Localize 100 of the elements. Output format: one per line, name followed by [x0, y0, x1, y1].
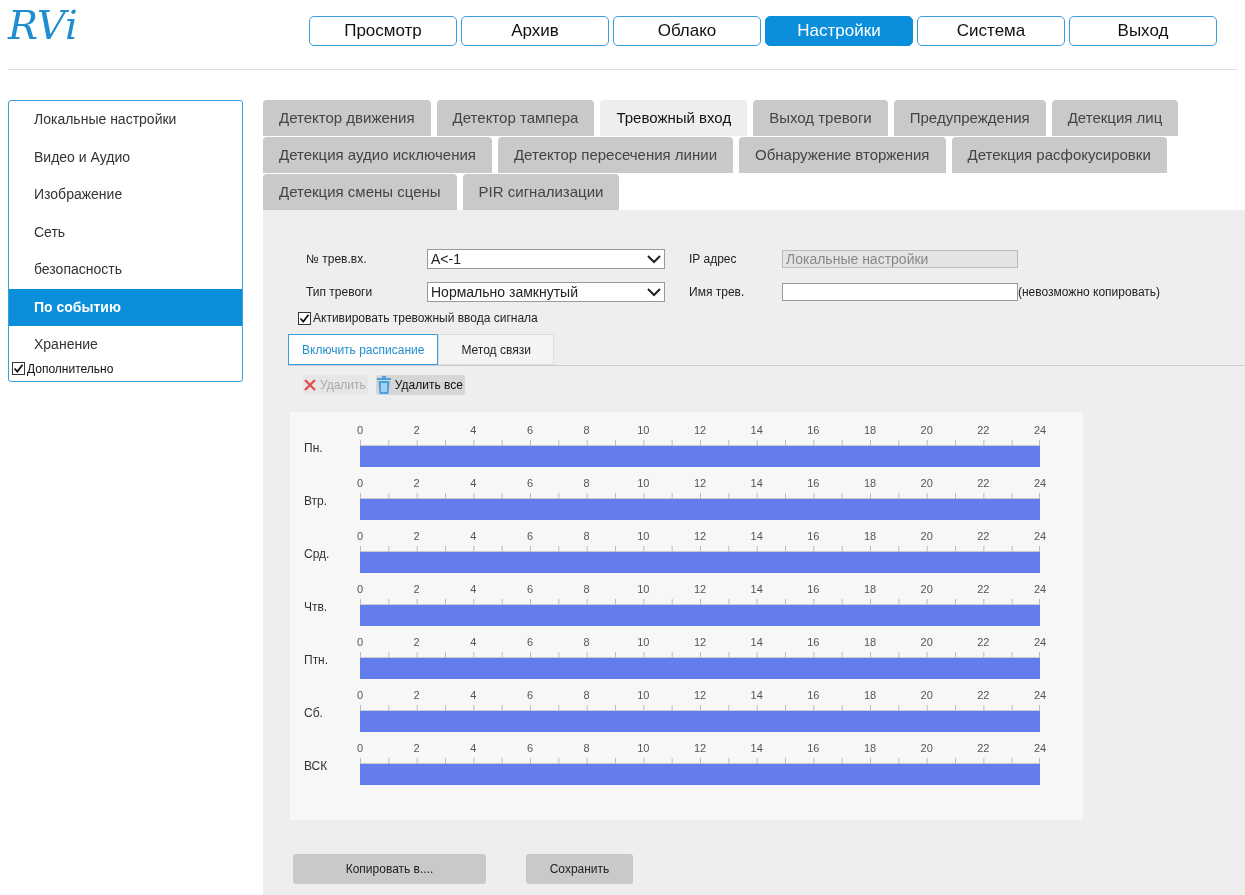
- delete-all-button[interactable]: Удалить все: [375, 375, 465, 395]
- hour-label: 24: [1033, 689, 1047, 701]
- hour-label: 16: [807, 477, 820, 489]
- hour-label: 0: [356, 742, 364, 754]
- field-label: № трев.вх.: [306, 251, 368, 268]
- hour-label: 22: [977, 424, 990, 436]
- schedule-bar[interactable]: [360, 764, 1040, 785]
- alarm-type-select[interactable]: Нормально замкнутый: [427, 282, 665, 302]
- sidebar-item[interactable]: безопасность: [9, 251, 242, 289]
- sidebar-item[interactable]: По событию: [9, 288, 242, 326]
- hour-label: 14: [750, 424, 763, 436]
- hour-label: 6: [526, 583, 534, 595]
- hour-label: 16: [807, 689, 820, 701]
- day-label: Птн.: [303, 652, 330, 669]
- subtab[interactable]: Включить расписание: [288, 334, 439, 365]
- day-label: ВСК: [303, 758, 329, 775]
- hour-label: 4: [470, 742, 477, 754]
- checkbox-label: Активировать тревожный ввода сигнала: [313, 310, 538, 327]
- hour-label: 4: [470, 636, 477, 648]
- hour-label: 10: [637, 424, 650, 436]
- hour-label: 22: [977, 742, 990, 754]
- hour-label: 10: [637, 477, 650, 489]
- hour-label: 22: [977, 530, 990, 542]
- schedule-bar[interactable]: [360, 658, 1040, 679]
- checkbox[interactable]: [298, 311, 311, 325]
- chevron-down-icon: [647, 287, 661, 297]
- checkbox[interactable]: [12, 362, 25, 375]
- schedule-bar[interactable]: [360, 605, 1040, 626]
- hour-label: 18: [863, 742, 877, 754]
- hour-label: 22: [977, 477, 990, 489]
- tab[interactable]: Предупреждения: [893, 100, 1046, 136]
- field-label: Тип тревоги: [306, 284, 374, 301]
- tab[interactable]: Обнаружение вторжения: [739, 137, 946, 173]
- hour-label: 0: [356, 636, 364, 648]
- hour-label: 0: [356, 477, 364, 489]
- day-label: Сб.: [303, 705, 324, 722]
- hour-label: 10: [637, 742, 650, 754]
- hour-label: 12: [693, 636, 707, 648]
- tab[interactable]: Детекция лиц: [1051, 100, 1179, 136]
- hour-label: 12: [693, 583, 707, 595]
- subtab[interactable]: Метод связи: [438, 334, 554, 365]
- hour-label: 4: [470, 530, 477, 542]
- schedule-bar[interactable]: [360, 499, 1040, 520]
- hour-label: 16: [807, 742, 820, 754]
- hour-label: 6: [526, 742, 534, 754]
- hour-label: 20: [920, 583, 933, 595]
- tab[interactable]: Выход тревоги: [753, 100, 888, 136]
- day-label: Втр.: [303, 493, 329, 510]
- nav-tab[interactable]: Система: [917, 15, 1065, 46]
- hour-label: 6: [526, 636, 534, 648]
- tab[interactable]: Тревожный вход: [600, 100, 748, 136]
- save-button[interactable]: Сохранить: [526, 854, 633, 884]
- close-icon: [303, 378, 317, 392]
- copy-button[interactable]: Копировать в....: [293, 854, 486, 884]
- field-label: Имя трев.: [688, 284, 746, 301]
- hour-label: 6: [526, 689, 534, 701]
- hour-label: 10: [637, 530, 650, 542]
- hour-label: 20: [920, 689, 933, 701]
- day-label: Пн.: [303, 440, 324, 457]
- hour-label: 0: [356, 689, 364, 701]
- hour-label: 12: [693, 689, 707, 701]
- hour-label: 6: [526, 424, 534, 436]
- schedule-bar[interactable]: [360, 446, 1040, 467]
- hour-label: 2: [413, 636, 420, 648]
- sidebar-item[interactable]: Изображение: [9, 176, 242, 214]
- chevron-down-icon: [647, 254, 661, 264]
- hour-label: 22: [977, 689, 990, 701]
- tab[interactable]: Детекция расфокусировки: [951, 137, 1167, 173]
- schedule-bar[interactable]: [360, 552, 1040, 573]
- hour-label: 24: [1033, 424, 1047, 436]
- hour-label: 18: [863, 424, 877, 436]
- sidebar-item[interactable]: Видео и Аудио: [9, 138, 242, 176]
- nav-tab[interactable]: Облако: [613, 15, 761, 46]
- hour-label: 4: [470, 477, 477, 489]
- tab[interactable]: Детектор тампера: [436, 100, 595, 136]
- alarm-input-select[interactable]: A<-1: [427, 249, 665, 269]
- hour-label: 12: [693, 477, 707, 489]
- nav-tab[interactable]: Выход: [1069, 15, 1217, 46]
- tab[interactable]: Детектор движения: [263, 100, 431, 136]
- hour-label: 18: [863, 583, 877, 595]
- schedule-bar[interactable]: [360, 711, 1040, 732]
- hour-label: 8: [583, 636, 590, 648]
- nav-tab[interactable]: Архив: [461, 15, 609, 46]
- hour-label: 4: [470, 583, 477, 595]
- hour-label: 14: [750, 689, 763, 701]
- nav-tab[interactable]: Настройки: [765, 15, 913, 46]
- tab[interactable]: PIR сигнализации: [462, 174, 620, 210]
- sidebar-item[interactable]: Сеть: [9, 213, 242, 251]
- nav-tab[interactable]: Просмотр: [309, 15, 457, 46]
- hour-label: 24: [1033, 742, 1047, 754]
- hour-label: 12: [693, 424, 707, 436]
- hour-label: 2: [413, 424, 420, 436]
- alarm-name-field[interactable]: [782, 283, 1018, 301]
- tab[interactable]: Детектор пересечения линии: [497, 137, 734, 173]
- hour-label: 10: [637, 689, 650, 701]
- sidebar-item[interactable]: Локальные настройки: [9, 101, 242, 139]
- tab[interactable]: Детекция смены сцены: [263, 174, 457, 210]
- tab[interactable]: Детекция аудио исключения: [263, 137, 492, 173]
- hour-label: 0: [356, 530, 364, 542]
- hour-label: 24: [1033, 477, 1047, 489]
